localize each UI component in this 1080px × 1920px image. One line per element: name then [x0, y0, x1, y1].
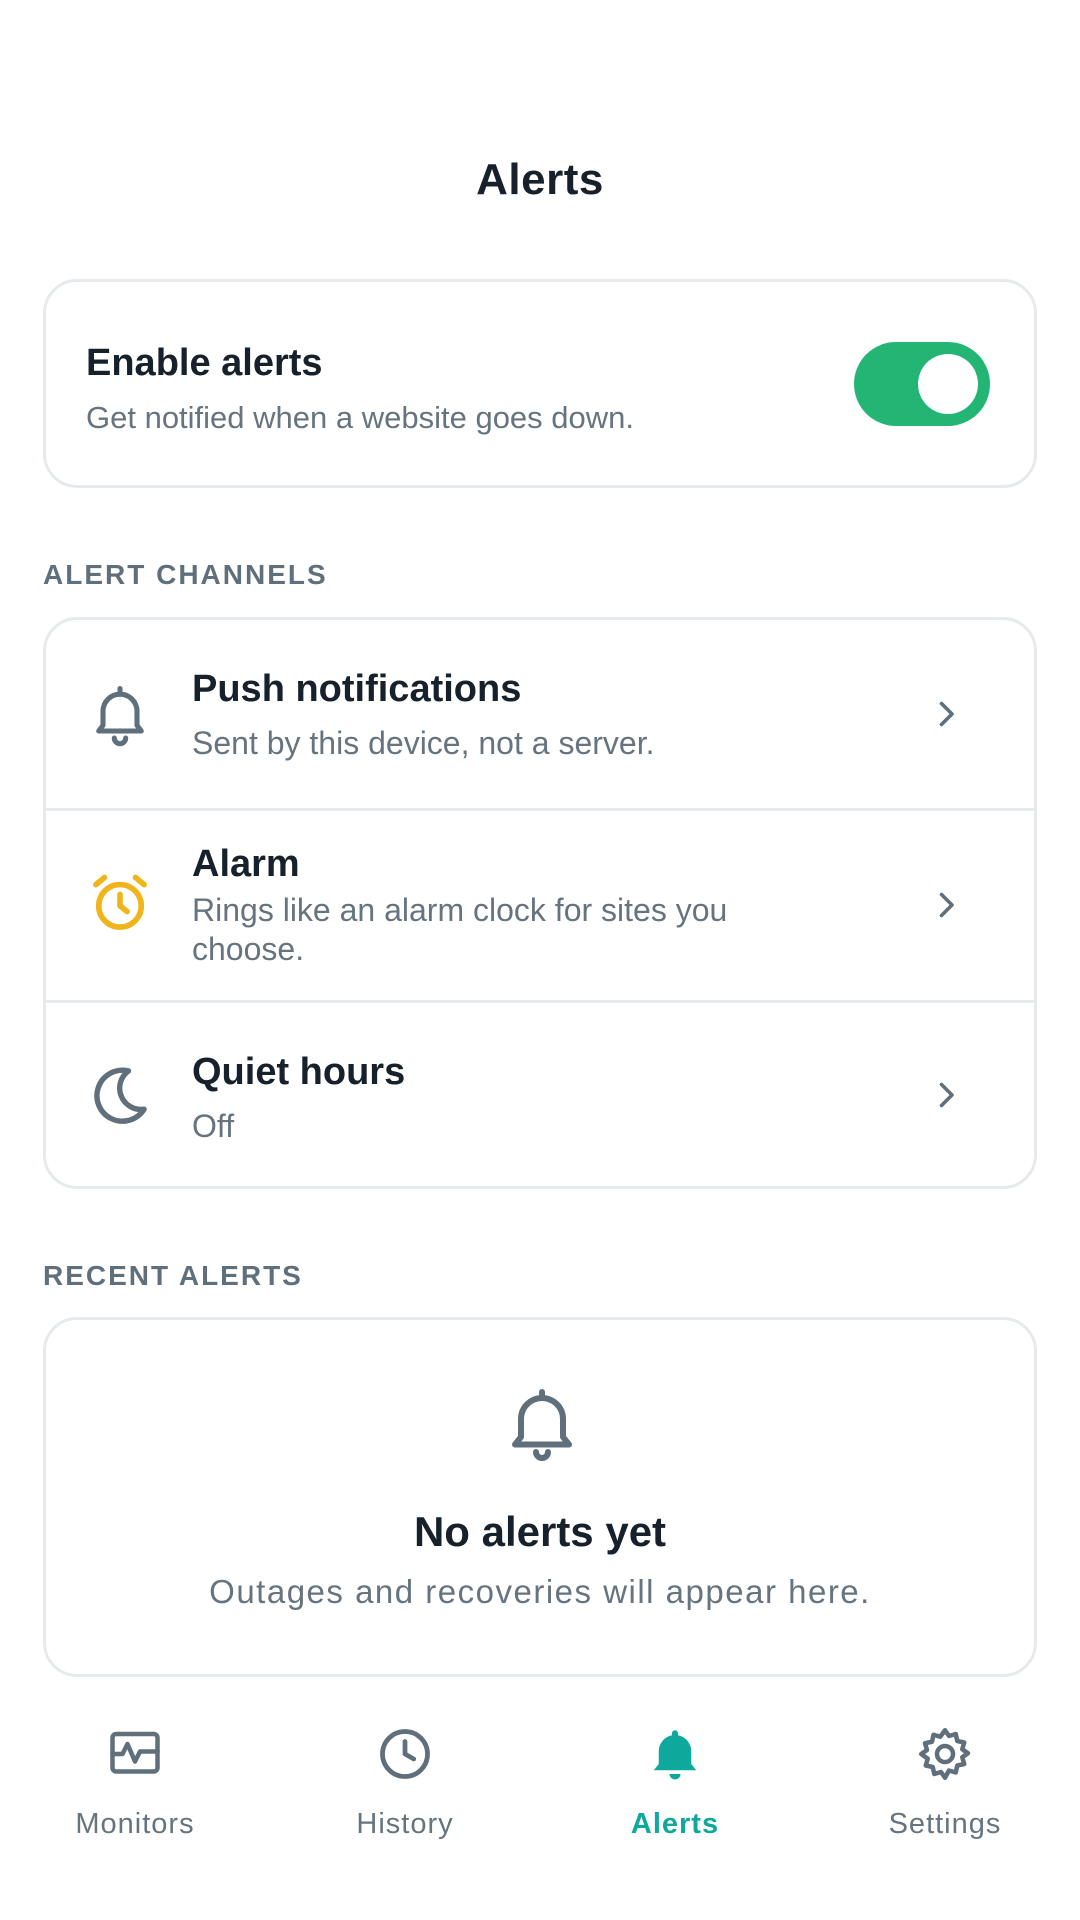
bell-icon — [86, 680, 154, 748]
gear-icon — [915, 1724, 975, 1784]
page-title: Alerts — [476, 155, 604, 204]
channel-row-push-notifications[interactable]: Push notifications Sent by this device, … — [46, 620, 1034, 808]
channel-row-alarm[interactable]: Alarm Rings like an alarm clock for site… — [46, 808, 1034, 1003]
channel-title: Alarm — [192, 843, 300, 885]
toggle-knob — [918, 354, 978, 414]
bottom-nav: Monitors History Alerts Settings — [0, 1700, 1080, 1860]
nav-label: Settings — [888, 1808, 1002, 1840]
enable-alerts-title: Enable alerts — [86, 342, 323, 384]
enable-alerts-subtitle: Get notified when a website goes down. — [86, 400, 635, 435]
moon-icon — [86, 1061, 154, 1129]
clock-icon — [375, 1724, 435, 1784]
channel-subtitle: Off — [192, 1108, 235, 1144]
nav-item-history[interactable]: History — [270, 1700, 540, 1860]
nav-item-monitors[interactable]: Monitors — [0, 1700, 270, 1860]
chevron-right-icon — [928, 887, 964, 923]
chevron-right-icon — [928, 696, 964, 732]
nav-label: History — [356, 1808, 454, 1840]
bell-icon — [645, 1724, 705, 1784]
nav-item-settings[interactable]: Settings — [810, 1700, 1080, 1860]
empty-state-title: No alerts yet — [413, 1508, 667, 1555]
bell-icon — [506, 1385, 578, 1465]
recent-alerts-card: No alerts yet Outages and recoveries wil… — [43, 1317, 1037, 1677]
monitor-pulse-icon — [105, 1724, 165, 1784]
nav-label: Monitors — [75, 1808, 195, 1840]
nav-item-alerts[interactable]: Alerts — [540, 1700, 810, 1860]
section-label-recent-alerts: RECENT ALERTS — [43, 1260, 303, 1291]
section-label-alert-channels: ALERT CHANNELS — [43, 559, 328, 590]
channel-row-quiet-hours[interactable]: Quiet hours Off — [46, 1000, 1034, 1186]
channel-title: Push notifications — [192, 668, 522, 710]
nav-label: Alerts — [630, 1808, 720, 1840]
channel-subtitle: Sent by this device, not a server. — [192, 725, 655, 761]
chevron-right-icon — [928, 1077, 964, 1113]
enable-alerts-card: Enable alerts Get notified when a websit… — [43, 279, 1037, 488]
channel-subtitle: Rings like an alarm clock for sites you … — [192, 892, 728, 967]
channel-title: Quiet hours — [192, 1051, 406, 1093]
alert-channels-card: Push notifications Sent by this device, … — [43, 617, 1037, 1189]
empty-state-subtitle: Outages and recoveries will appear here. — [209, 1573, 871, 1610]
alarm-clock-icon — [86, 869, 154, 937]
enable-alerts-toggle[interactable] — [854, 342, 990, 426]
